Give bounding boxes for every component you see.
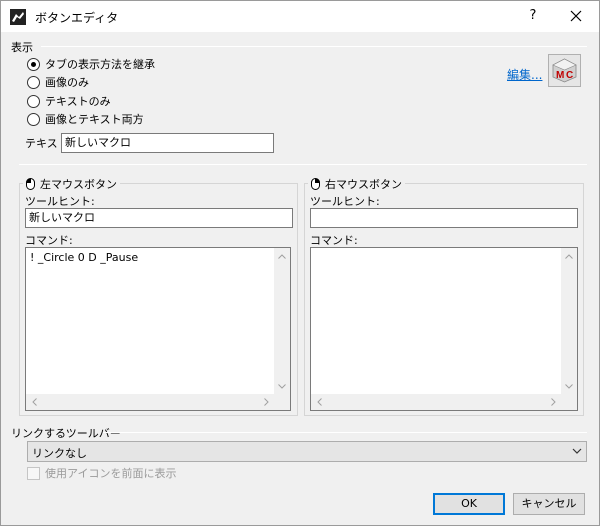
macro-icon: M C <box>552 58 577 83</box>
radio-label: 画像のみ <box>45 76 89 89</box>
radio-inherit-tab[interactable]: タブの表示方法を継承 <box>27 56 155 72</box>
scroll-down-icon[interactable] <box>274 378 290 394</box>
scroll-up-icon[interactable] <box>561 248 577 264</box>
cancel-button[interactable]: キャンセル <box>513 493 585 515</box>
vertical-scrollbar[interactable] <box>274 248 290 394</box>
right-tooltip-label: ツールヒント: <box>310 195 380 208</box>
button-text-input[interactable]: 新しいマクロ <box>61 133 274 153</box>
left-tooltip-input[interactable]: 新しいマクロ <box>25 208 293 228</box>
linked-toolbar-label: リンクするツールバー <box>11 427 121 440</box>
scroll-right-icon[interactable] <box>258 394 274 410</box>
radio-button[interactable] <box>27 94 40 108</box>
scroll-right-icon[interactable] <box>545 394 561 410</box>
linked-toolbar-selected: リンクなし <box>32 447 87 460</box>
show-icon-front-checkbox-row: 使用アイコンを前面に表示 <box>27 465 176 481</box>
left-command-textarea[interactable]: ! _Circle 0 D _Pause <box>25 247 291 411</box>
title-bar: ボタンエディタ ? <box>1 1 599 32</box>
left-group-label: 左マウスボタン <box>40 178 117 191</box>
show-icon-front-label: 使用アイコンを前面に表示 <box>45 467 177 480</box>
help-button[interactable]: ? <box>521 5 545 27</box>
left-mouse-button-title: 左マウスボタン <box>23 176 120 192</box>
button-editor-dialog: ボタンエディタ ? 表示 タブの表示方法を継承 画像のみ テキストのみ 画像とテ… <box>0 0 600 526</box>
mouse-icon <box>311 178 320 190</box>
left-tooltip-label: ツールヒント: <box>25 195 95 208</box>
scroll-corner <box>561 394 577 410</box>
macro-button-image[interactable]: M C <box>548 54 581 87</box>
right-group-label: 右マウスボタン <box>325 178 402 191</box>
rhino-app-icon <box>10 9 26 25</box>
close-button[interactable] <box>563 5 589 27</box>
right-command-label: コマンド: <box>310 234 358 247</box>
radio-label: タブの表示方法を継承 <box>45 58 155 71</box>
radio-button[interactable] <box>27 57 40 71</box>
display-section-label: 表示 <box>11 41 33 54</box>
radio-text-only[interactable]: テキストのみ <box>27 93 111 109</box>
svg-text:M: M <box>556 70 564 81</box>
radio-button[interactable] <box>27 112 40 126</box>
ok-button[interactable]: OK <box>433 493 505 515</box>
scroll-down-icon[interactable] <box>561 378 577 394</box>
radio-label: 画像とテキスト両方 <box>45 113 144 126</box>
window-title: ボタンエディタ <box>35 11 119 25</box>
horizontal-scrollbar[interactable] <box>311 394 561 410</box>
right-mouse-button-title: 右マウスボタン <box>308 176 405 192</box>
right-tooltip-input[interactable] <box>310 208 578 228</box>
scroll-left-icon[interactable] <box>26 394 42 410</box>
left-command-text: ! _Circle 0 D _Pause <box>30 251 139 264</box>
radio-label: テキストのみ <box>45 95 111 108</box>
display-divider <box>41 46 587 47</box>
horizontal-scrollbar[interactable] <box>26 394 274 410</box>
scroll-up-icon[interactable] <box>274 248 290 264</box>
show-icon-front-checkbox[interactable] <box>27 466 40 480</box>
mouse-icon <box>26 178 35 190</box>
vertical-scrollbar[interactable] <box>561 248 577 394</box>
radio-button[interactable] <box>27 75 40 89</box>
linked-toolbar-select[interactable]: リンクなし <box>27 441 587 462</box>
radio-image-only[interactable]: 画像のみ <box>27 74 89 90</box>
close-icon <box>570 10 582 22</box>
scroll-corner <box>274 394 290 410</box>
section-divider <box>19 164 587 165</box>
chevron-down-icon <box>572 448 582 454</box>
radio-image-and-text[interactable]: 画像とテキスト両方 <box>27 111 144 127</box>
right-command-textarea[interactable] <box>310 247 578 411</box>
edit-image-link[interactable]: 編集... <box>507 66 542 83</box>
linked-toolbar-divider <box>103 432 587 433</box>
left-command-label: コマンド: <box>25 234 73 247</box>
svg-text:C: C <box>566 70 573 81</box>
scroll-left-icon[interactable] <box>311 394 327 410</box>
